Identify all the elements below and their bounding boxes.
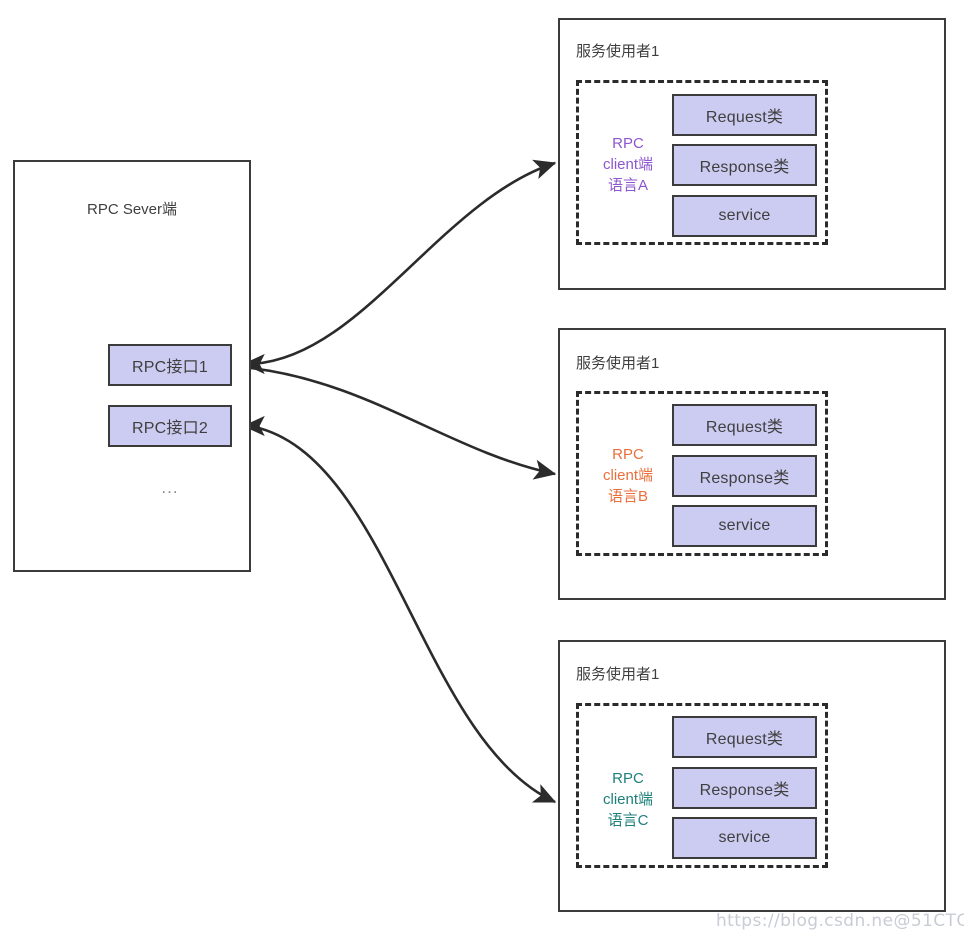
consumer-title-1: 服务使用者1 xyxy=(576,43,660,60)
connector-iface1-to-clientB xyxy=(249,366,557,480)
consumer-2-service[interactable]: service xyxy=(672,505,817,547)
rpc-client-label-2: RPC client端 语言B xyxy=(588,444,668,507)
watermark-text: https://blog.csdn.ne@51CTO博客 xyxy=(716,911,964,931)
consumer-3-response-class[interactable]: Response类 xyxy=(672,767,817,809)
rpc-client-label-3: RPC client端 语言C xyxy=(588,768,668,831)
connector-iface1-to-clientA xyxy=(242,159,557,375)
rpc-client-label-1-line1: RPC xyxy=(612,135,644,152)
rpc-client-label-2-line2: client端 xyxy=(602,467,654,484)
consumer-2-response-class[interactable]: Response类 xyxy=(672,455,817,497)
consumer-1-request-class[interactable]: Request类 xyxy=(672,94,817,136)
consumer-3-request-class[interactable]: Request类 xyxy=(672,716,817,758)
rpc-client-label-1: RPC client端 语言A xyxy=(588,133,668,196)
rpc-client-label-3-line3: 语言C xyxy=(607,812,649,829)
rpc-client-label-3-line1: RPC xyxy=(612,770,644,787)
rpc-client-label-1-line3: 语言A xyxy=(607,177,648,194)
consumer-2-request-class[interactable]: Request类 xyxy=(672,404,817,446)
rpc-interface-ellipsis: ... xyxy=(161,478,179,497)
connector-iface2-to-clientC xyxy=(242,415,557,804)
rpc-interface-2[interactable]: RPC接口2 xyxy=(108,405,232,447)
consumer-1-response-class[interactable]: Response类 xyxy=(672,144,817,186)
rpc-interface-1[interactable]: RPC接口1 xyxy=(108,344,232,386)
consumer-title-2: 服务使用者1 xyxy=(576,355,660,372)
diagram-canvas: RPC Sever端 RPC接口1 RPC接口2 ... 服务使用者1 RPC … xyxy=(0,0,964,934)
rpc-client-label-2-line3: 语言B xyxy=(607,488,648,505)
rpc-client-label-1-line2: client端 xyxy=(602,156,654,173)
rpc-client-label-2-line1: RPC xyxy=(612,446,644,463)
consumer-3-service[interactable]: service xyxy=(672,817,817,859)
rpc-client-label-3-line2: client端 xyxy=(602,791,654,808)
rpc-server-title: RPC Sever端 xyxy=(86,201,178,218)
consumer-1-service[interactable]: service xyxy=(672,195,817,237)
consumer-title-3: 服务使用者1 xyxy=(576,666,660,683)
